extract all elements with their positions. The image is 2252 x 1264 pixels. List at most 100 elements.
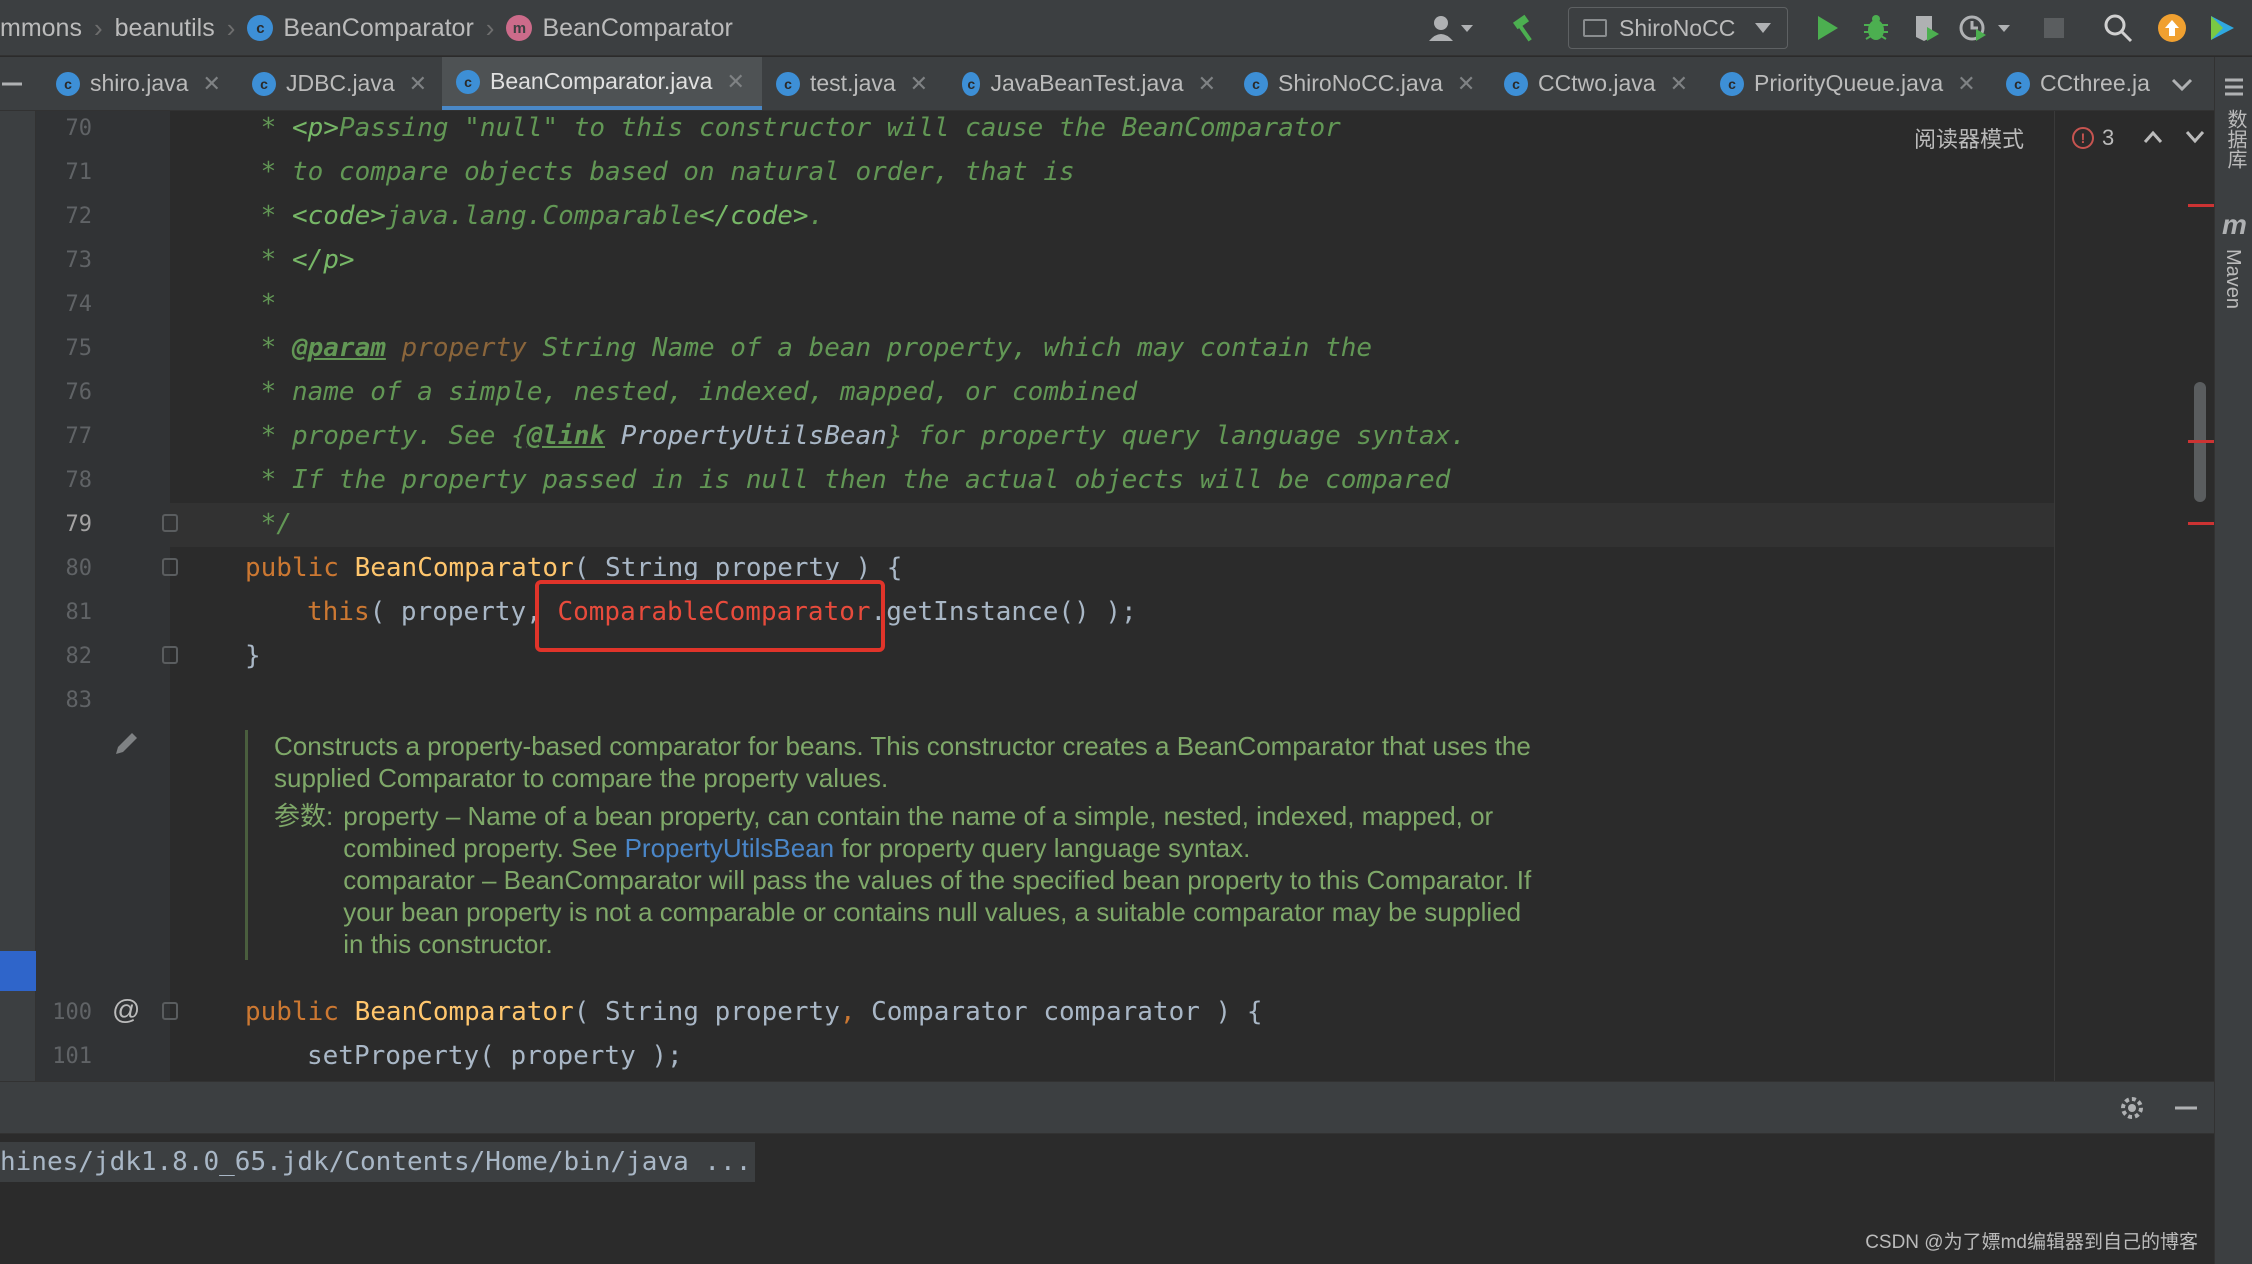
error-icon: ! xyxy=(2072,127,2095,149)
line-number: 74 xyxy=(65,292,93,317)
close-icon[interactable]: ✕ xyxy=(409,71,427,97)
line-number: 101 xyxy=(52,1044,92,1069)
breadcrumb-separator-icon: › xyxy=(485,12,495,43)
plugin-icon[interactable] xyxy=(2204,8,2240,48)
close-icon[interactable]: ✕ xyxy=(1670,71,1688,97)
class-icon: c xyxy=(1244,71,1268,96)
breadcrumb-item-class[interactable]: c BeanComparator xyxy=(247,14,474,43)
config-icon xyxy=(1583,19,1607,37)
gear-icon[interactable] xyxy=(2118,1094,2146,1127)
param-comparator: comparator – BeanComparator will pass th… xyxy=(343,865,1532,959)
class-icon: c xyxy=(252,71,276,96)
tab-test-java[interactable]: c test.java ✕ xyxy=(762,57,948,110)
class-icon: c xyxy=(2006,71,2030,96)
breadcrumb-separator-icon: › xyxy=(93,12,103,43)
editor-status-widgets: 阅读器模式 ! 3 xyxy=(1914,122,2206,154)
code-line-76: * name of a simple, nested, indexed, map… xyxy=(245,377,1138,407)
user-icon[interactable] xyxy=(1424,8,1480,48)
line-number: 72 xyxy=(65,204,93,229)
profile-icon[interactable] xyxy=(1956,8,2020,48)
database-tool-button[interactable]: 数据库 xyxy=(2221,109,2250,169)
minimize-icon[interactable] xyxy=(2172,1094,2200,1127)
tab-shironocc-java[interactable]: c ShiroNoCC.java ✕ xyxy=(1230,57,1480,110)
class-icon: c xyxy=(776,71,800,96)
editor-tab-bar: c shiro.java ✕ c JDBC.java ✕ c BeanCompa… xyxy=(0,57,2218,111)
current-line-highlight xyxy=(170,503,2054,547)
tab-javabeantest-java[interactable]: c JavaBeanTest.java ✕ xyxy=(948,57,1216,110)
tab-jdbc-java[interactable]: c JDBC.java ✕ xyxy=(238,57,438,110)
tab-shiro-java[interactable]: c shiro.java ✕ xyxy=(42,57,228,110)
rendered-javadoc: Constructs a property-based comparator f… xyxy=(245,730,1545,960)
code-line-72: * <code>java.lang.Comparable</code>. xyxy=(245,201,825,231)
propertyutilsbean-link[interactable]: PropertyUtilsBean xyxy=(625,833,835,863)
reader-mode-toggle[interactable]: 阅读器模式 xyxy=(1914,122,2024,154)
breadcrumb-item-package[interactable]: beanutils xyxy=(115,14,215,43)
fold-marker-icon[interactable] xyxy=(162,646,178,664)
fold-marker-icon[interactable] xyxy=(162,558,178,576)
close-icon[interactable]: ✕ xyxy=(1457,71,1475,97)
tab-priorityqueue-java[interactable]: c PriorityQueue.java ✕ xyxy=(1706,57,1978,110)
navigation-bar: mmons › beanutils › c BeanComparator › mB… xyxy=(0,0,2252,56)
class-icon: c xyxy=(962,71,981,96)
run-configuration-select[interactable]: ShiroNoCC xyxy=(1568,7,1788,49)
params-label: 参数: xyxy=(274,801,334,831)
class-icon: c xyxy=(56,71,80,96)
tab-cctwo-java[interactable]: c CCtwo.java ✕ xyxy=(1490,57,1698,110)
tab-bar-menu-icon[interactable] xyxy=(0,57,42,110)
code-line-77: * property. See {@link PropertyUtilsBean… xyxy=(245,421,1466,451)
maven-tool-button[interactable]: Maven xyxy=(2221,249,2244,309)
code-line-71: * to compare objects based on natural or… xyxy=(245,157,1075,187)
override-marker-icon[interactable]: @ xyxy=(112,994,140,1026)
error-stripe-mark[interactable] xyxy=(2188,440,2214,443)
hammer-icon[interactable] xyxy=(1506,8,1546,48)
code-line-75: * @param property String Name of a bean … xyxy=(245,333,1373,363)
line-number-current: 79 xyxy=(65,512,93,537)
database-icon[interactable] xyxy=(2223,77,2245,102)
tab-beancomparator-java[interactable]: c BeanComparator.java ✕ xyxy=(442,57,762,110)
code-line-78: * If the property passed in is null then… xyxy=(245,465,1451,495)
error-stripe-mark[interactable] xyxy=(2188,522,2214,525)
breadcrumb-item-project[interactable]: mmons xyxy=(0,14,82,43)
error-count: 3 xyxy=(2102,125,2115,150)
code-line-101: setProperty( property ); xyxy=(307,1041,683,1071)
class-icon: c xyxy=(1504,71,1528,96)
breadcrumb-item-method[interactable]: m BeanComparator xyxy=(506,14,733,43)
chevron-down-icon[interactable] xyxy=(2168,71,2198,99)
selected-tool-indicator[interactable] xyxy=(0,951,36,991)
error-indicator[interactable]: ! 3 xyxy=(2072,125,2114,151)
breadcrumb: mmons › beanutils › c BeanComparator › mB… xyxy=(0,0,733,56)
coverage-icon[interactable] xyxy=(1906,8,1946,48)
debug-icon[interactable] xyxy=(1856,8,1896,48)
fold-marker-icon[interactable] xyxy=(162,514,178,532)
line-number: 73 xyxy=(65,248,93,273)
close-icon[interactable]: ✕ xyxy=(726,69,744,95)
next-highlight-icon[interactable] xyxy=(2184,125,2206,151)
params-list: property – Name of a bean property, can … xyxy=(343,800,1545,960)
line-number: 76 xyxy=(65,380,93,405)
edit-doc-icon[interactable] xyxy=(112,728,142,758)
line-number: 80 xyxy=(65,556,93,581)
tab-ccthree-java[interactable]: c CCthree.ja xyxy=(1992,57,2160,110)
search-icon[interactable] xyxy=(2100,8,2136,48)
fold-marker-icon[interactable] xyxy=(162,1002,178,1020)
error-stripe-mark[interactable] xyxy=(2188,204,2214,207)
code-line-70: * <p>Passing "null" to this constructor … xyxy=(245,113,1341,143)
previous-highlight-icon[interactable] xyxy=(2142,125,2164,151)
class-icon: c xyxy=(456,69,480,94)
close-icon[interactable]: ✕ xyxy=(1198,71,1216,97)
stop-icon[interactable] xyxy=(2036,8,2072,48)
code-line-74: * xyxy=(245,289,277,319)
close-icon[interactable]: ✕ xyxy=(202,71,220,97)
run-command-line: hines/jdk1.8.0_65.jdk/Contents/Home/bin/… xyxy=(0,1142,756,1182)
close-icon[interactable]: ✕ xyxy=(1957,71,1975,97)
left-tool-strip xyxy=(0,111,36,1081)
right-tool-strip: 数据库 m Maven xyxy=(2214,57,2252,1264)
line-number: 100 xyxy=(52,1000,92,1025)
update-icon[interactable] xyxy=(2154,8,2190,48)
code-line-82: } xyxy=(245,641,261,671)
line-number: 83 xyxy=(65,688,93,713)
watermark: CSDN @为了嫖md编辑器到自己的博客 xyxy=(1865,1232,2198,1253)
close-icon[interactable]: ✕ xyxy=(910,71,928,97)
code-line-73: * </p> xyxy=(245,245,355,275)
run-icon[interactable] xyxy=(1808,8,1848,48)
